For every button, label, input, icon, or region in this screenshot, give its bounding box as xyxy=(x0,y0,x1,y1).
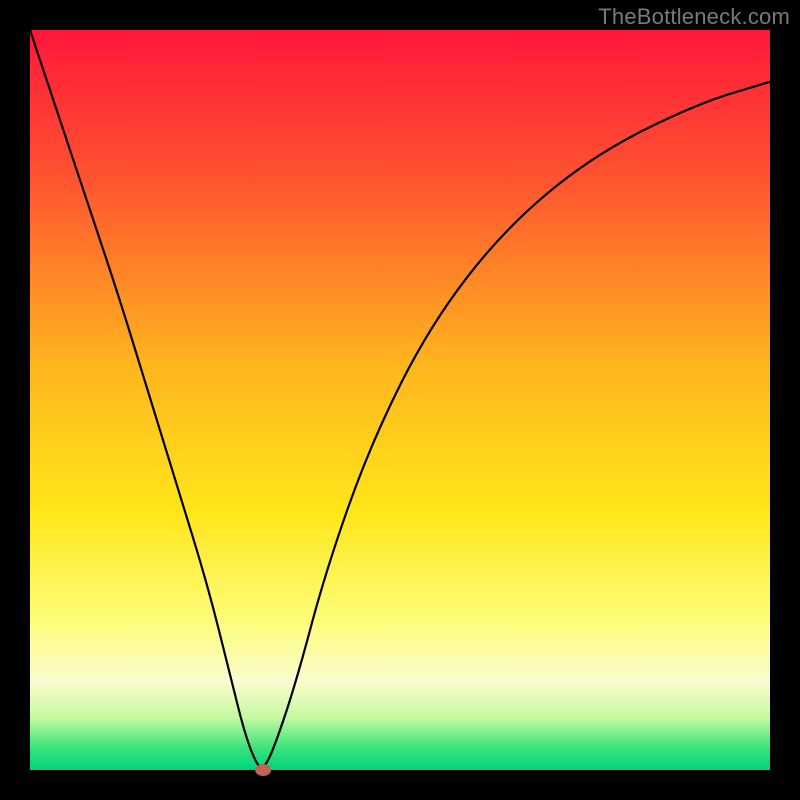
watermark-text: TheBottleneck.com xyxy=(598,4,790,30)
optimum-marker xyxy=(255,764,271,776)
chart-svg xyxy=(0,0,800,800)
plot-background xyxy=(30,30,770,770)
chart-frame: TheBottleneck.com xyxy=(0,0,800,800)
